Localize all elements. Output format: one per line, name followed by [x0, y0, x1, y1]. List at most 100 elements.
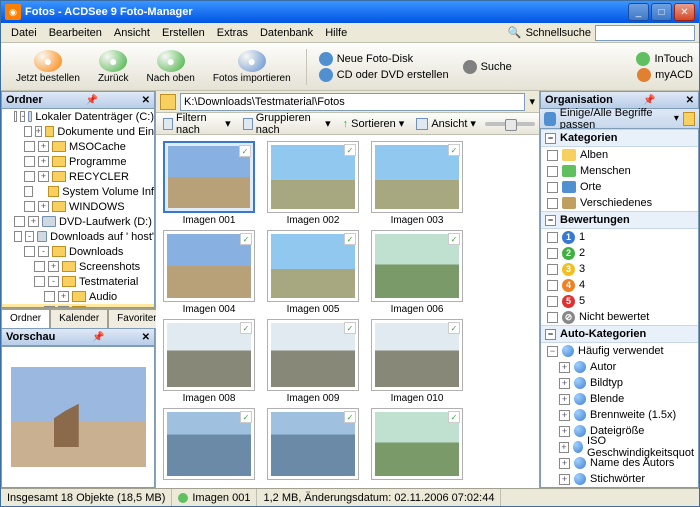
expand-icon[interactable]: +	[559, 410, 570, 421]
toolbar-link-intouch[interactable]: InTouch	[636, 52, 693, 66]
thumbnail[interactable]: ✓Imagen 005	[266, 230, 360, 315]
expand-icon[interactable]: +	[38, 156, 49, 167]
tree-node[interactable]: +Dokumente und Ein	[2, 124, 154, 139]
thumbnail[interactable]: ✓Imagen 001	[162, 141, 256, 226]
expand-icon[interactable]: -	[25, 231, 33, 242]
toolbar-button-2[interactable]: ●Nach oben	[138, 47, 204, 87]
rating-item[interactable]: 11	[541, 229, 698, 245]
expand-icon[interactable]: +	[559, 426, 570, 437]
toolbar-button-3[interactable]: ●Fotos importieren	[204, 47, 300, 87]
menu-extras[interactable]: Extras	[211, 25, 254, 41]
thumbnail[interactable]: ✓	[162, 408, 256, 482]
tab-kalender[interactable]: Kalender	[50, 309, 108, 328]
menu-datenbank[interactable]: Datenbank	[254, 25, 319, 41]
checkbox[interactable]	[547, 150, 558, 161]
tab-ordner[interactable]: Ordner	[1, 309, 50, 328]
category-item[interactable]: Alben	[541, 147, 698, 163]
sort-button[interactable]: ↑Sortieren ▾	[340, 116, 408, 131]
section-header[interactable]: −Bewertungen	[541, 211, 698, 229]
checkbox[interactable]	[34, 261, 45, 272]
tree-node[interactable]: -Testmaterial	[2, 274, 154, 289]
rating-item[interactable]: 44	[541, 277, 698, 293]
panel-close-icon[interactable]: ✕	[142, 95, 150, 106]
checkbox[interactable]	[24, 201, 35, 212]
thumb-size-slider[interactable]	[485, 122, 535, 126]
thumbnail-grid[interactable]: ✓Imagen 001✓Imagen 002✓Imagen 003✓Imagen…	[156, 135, 539, 488]
collapse-icon[interactable]: −	[545, 215, 556, 226]
tree-node[interactable]: +WINDOWS	[2, 199, 154, 214]
thumbnail[interactable]: ✓Imagen 004	[162, 230, 256, 315]
autocat-item[interactable]: +Bildtyp	[541, 375, 698, 391]
expand-icon[interactable]: +	[58, 291, 69, 302]
expand-icon[interactable]: +	[35, 126, 43, 137]
rating-item[interactable]: 33	[541, 261, 698, 277]
collapse-icon[interactable]: −	[545, 133, 556, 144]
expand-icon[interactable]: +	[28, 216, 39, 227]
tree-node[interactable]: -Downloads	[2, 244, 154, 259]
tree-node[interactable]: +Audio	[2, 289, 154, 304]
path-input[interactable]	[180, 93, 525, 111]
thumbnail[interactable]: ✓Imagen 002	[266, 141, 360, 226]
expand-icon[interactable]: −	[547, 346, 558, 357]
tree-node[interactable]: System Volume Inf	[2, 184, 154, 199]
checkbox[interactable]	[24, 186, 33, 197]
expand-icon[interactable]: +	[38, 141, 49, 152]
panel-close-icon[interactable]: ✕	[142, 332, 150, 343]
checkbox[interactable]	[547, 264, 558, 275]
expand-icon[interactable]: -	[20, 111, 25, 122]
minimize-button[interactable]: _	[628, 3, 649, 21]
checkbox[interactable]	[24, 171, 35, 182]
checkbox[interactable]	[547, 248, 558, 259]
toolbar-link-cddvd[interactable]: CD oder DVD erstellen	[319, 68, 449, 82]
checkbox[interactable]	[14, 231, 22, 242]
checkbox[interactable]	[24, 141, 35, 152]
menu-bearbeiten[interactable]: Bearbeiten	[43, 25, 108, 41]
category-item[interactable]: Orte	[541, 179, 698, 195]
checkbox[interactable]	[547, 166, 558, 177]
checkbox[interactable]	[44, 291, 55, 302]
expand-icon[interactable]: +	[559, 474, 570, 485]
checkbox[interactable]	[24, 126, 32, 137]
expand-icon[interactable]: +	[559, 378, 570, 389]
view-button[interactable]: Ansicht ▾	[413, 116, 479, 131]
panel-pin-icon[interactable]: 📌	[92, 332, 104, 343]
folder-tree[interactable]: -Lokaler Datenträger (C:)+Dokumente und …	[1, 109, 155, 308]
thumbnail[interactable]: ✓	[370, 408, 464, 482]
tree-node[interactable]: -Downloads auf ' host'	[2, 229, 154, 244]
thumbnail[interactable]: ✓	[266, 408, 360, 482]
filter-mode-bar[interactable]: Einige/Alle Begriffe passen ▾	[540, 109, 699, 129]
toolbar-button-1[interactable]: ●Zurück	[89, 47, 138, 87]
rating-item-none[interactable]: ⊘Nicht bewertet	[541, 309, 698, 325]
rating-item[interactable]: 22	[541, 245, 698, 261]
checkbox[interactable]	[547, 312, 558, 323]
menu-hilfe[interactable]: Hilfe	[319, 25, 353, 41]
expand-icon[interactable]: +	[48, 261, 59, 272]
toolbar-link-myacd[interactable]: myACD	[637, 68, 693, 82]
filter-button[interactable]: Filtern nach ▾	[160, 111, 234, 137]
maximize-button[interactable]: □	[651, 3, 672, 21]
menu-datei[interactable]: Datei	[5, 25, 43, 41]
expand-icon[interactable]: +	[559, 458, 570, 469]
thumbnail[interactable]: ✓Imagen 006	[370, 230, 464, 315]
checkbox[interactable]	[34, 276, 45, 287]
tree-node[interactable]: -Lokaler Datenträger (C:)	[2, 109, 154, 124]
expand-icon[interactable]: +	[559, 362, 570, 373]
category-item[interactable]: Menschen	[541, 163, 698, 179]
checkbox[interactable]	[24, 156, 35, 167]
rating-item[interactable]: 55	[541, 293, 698, 309]
menu-erstellen[interactable]: Erstellen	[156, 25, 211, 41]
checkbox[interactable]	[547, 182, 558, 193]
autocat-item[interactable]: +Autor	[541, 359, 698, 375]
toolbar-link-search[interactable]: Suche	[463, 60, 512, 74]
toolbar-link-newdisk[interactable]: Neue Foto-Disk	[319, 52, 449, 66]
checkbox[interactable]	[14, 111, 17, 122]
expand-icon[interactable]: +	[559, 394, 570, 405]
thumbnail[interactable]: ✓Imagen 003	[370, 141, 464, 226]
checkbox[interactable]	[547, 280, 558, 291]
autocat-item[interactable]: +ISO Geschwindigkeitsquot	[541, 439, 698, 455]
thumbnail[interactable]: ✓Imagen 008	[162, 319, 256, 404]
autocat-item[interactable]: +Blende	[541, 391, 698, 407]
expand-icon[interactable]: -	[38, 246, 49, 257]
checkbox[interactable]	[547, 232, 558, 243]
panel-close-icon[interactable]: ✕	[686, 95, 694, 106]
